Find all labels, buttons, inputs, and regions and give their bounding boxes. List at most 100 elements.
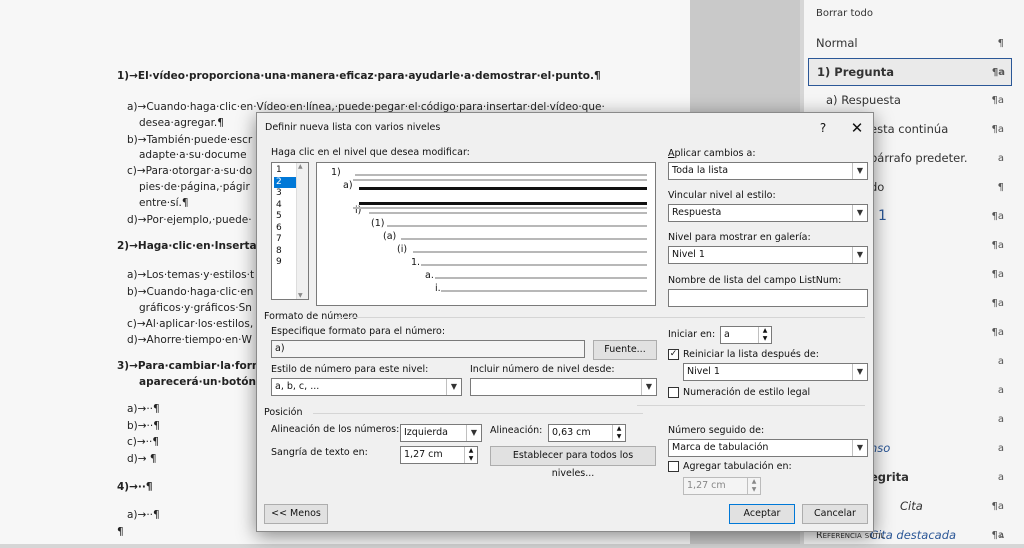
- align-at-label: Alineación:: [490, 425, 543, 436]
- level-item-4[interactable]: 4: [274, 200, 298, 211]
- style-type-icon: ¶a: [991, 239, 1005, 251]
- position-heading: Posición: [264, 407, 303, 418]
- preview-label: a): [343, 180, 353, 191]
- level-item-6[interactable]: 6: [274, 223, 298, 234]
- align-at-spinner[interactable]: 0,63 cm ▲ ▼: [548, 424, 626, 442]
- spinner-arrows-icon[interactable]: ▲ ▼: [464, 447, 477, 463]
- level-item-2[interactable]: 2: [274, 176, 298, 188]
- style-type-icon: ¶: [997, 181, 1004, 193]
- restart-after-select[interactable]: Nivel 1 ▼: [683, 363, 868, 381]
- spinner-arrows-icon[interactable]: ▲ ▼: [758, 327, 771, 343]
- preview-line: [435, 277, 647, 279]
- restart-list-checkbox[interactable]: ✓: [668, 349, 679, 360]
- legal-style-checkbox[interactable]: [668, 387, 679, 398]
- listnum-input[interactable]: [668, 289, 868, 307]
- level-item-8[interactable]: 8: [274, 246, 298, 257]
- multilevel-list-dialog: Definir nueva lista con varios niveles ?…: [256, 112, 874, 532]
- chevron-down-icon: ▼: [852, 364, 867, 380]
- gallery-level-label: Nivel para mostrar en galería:: [668, 232, 811, 243]
- apply-changes-select[interactable]: Toda la lista ▼: [668, 162, 868, 180]
- preview-label: a.: [425, 270, 434, 281]
- style-type-icon: ¶a: [991, 94, 1005, 106]
- chevron-down-icon: ▼: [852, 205, 867, 221]
- number-style-select[interactable]: a, b, c, ... ▼: [271, 378, 462, 396]
- preview-label: 1.: [411, 257, 421, 268]
- include-level-select[interactable]: ▼: [470, 378, 657, 396]
- document-line: a)→Los·temas·y·estilos·t: [127, 269, 255, 281]
- number-format-input[interactable]: a): [271, 340, 585, 358]
- text-indent-spinner[interactable]: 1,27 cm ▲ ▼: [400, 446, 478, 464]
- number-align-select[interactable]: Izquierda ▼: [400, 424, 482, 442]
- preview-label: (i): [397, 244, 408, 255]
- spinner-arrows-icon[interactable]: ▲ ▼: [612, 425, 625, 441]
- document-line: d)→ ¶: [127, 453, 157, 465]
- document-line: 4)→··¶: [117, 481, 153, 493]
- preview-line: [401, 238, 647, 240]
- section-divider: [337, 317, 865, 318]
- restart-list-label: Reiniciar la lista después de:: [683, 349, 819, 360]
- style-name: 1) Pregunta: [817, 65, 895, 79]
- style-item[interactable]: Normal ¶: [808, 30, 1010, 56]
- document-line: ¶: [117, 526, 124, 538]
- level-item-3[interactable]: 3: [274, 188, 298, 199]
- ok-button[interactable]: Aceptar: [729, 504, 795, 524]
- font-button[interactable]: Fuente...: [593, 340, 657, 360]
- style-type-icon: ¶a: [991, 123, 1005, 135]
- number-align-label: Alineación de los números:: [271, 424, 400, 435]
- chevron-down-icon: ▼: [852, 440, 867, 456]
- gallery-level-select[interactable]: Nivel 1 ▼: [668, 246, 868, 264]
- document-line: a)→··¶: [127, 509, 160, 521]
- preview-line: [355, 174, 647, 176]
- level-item-1[interactable]: 1: [274, 165, 298, 176]
- close-button[interactable]: ✕: [845, 118, 869, 138]
- document-line: b)→También·puede·escr: [127, 134, 253, 146]
- close-icon: ✕: [850, 119, 864, 137]
- document-line: b)→Cuando·haga·clic·en: [127, 286, 254, 298]
- help-button[interactable]: ?: [811, 118, 835, 138]
- level-scrollbar[interactable]: ▲ ▼: [296, 163, 308, 299]
- set-all-levels-button[interactable]: Establecer para todos los niveles...: [490, 446, 656, 479]
- style-type-icon: ¶a: [991, 268, 1005, 280]
- document-line: pies·de·página,·págir: [139, 181, 250, 193]
- document-line: adapte·a·su·docume: [139, 149, 247, 161]
- level-listbox[interactable]: 123456789 ▲ ▼: [271, 162, 309, 300]
- include-level-label: Incluir número de nivel desde:: [470, 364, 615, 375]
- legal-style-label: Numeración de estilo legal: [683, 387, 811, 398]
- preview-line: [369, 212, 647, 214]
- followed-by-select[interactable]: Marca de tabulación ▼: [668, 439, 868, 457]
- style-type-icon: ¶: [997, 37, 1004, 49]
- preview-line: [441, 290, 647, 292]
- document-line: c)→··¶: [127, 436, 160, 448]
- chevron-down-icon: ▼: [641, 379, 656, 395]
- level-item-9[interactable]: 9: [274, 257, 298, 268]
- document-line: c)→Al·aplicar·los·estilos,: [127, 318, 254, 330]
- document-line: a)→··¶: [127, 403, 160, 415]
- dialog-title: Definir nueva lista con varios niveles: [265, 122, 441, 133]
- cancel-button[interactable]: Cancelar: [802, 504, 868, 524]
- scroll-up-icon[interactable]: ▲: [298, 163, 303, 170]
- spinner-arrows-icon[interactable]: ▲ ▼: [747, 478, 760, 494]
- number-style-label: Estilo de número para este nivel:: [271, 364, 429, 375]
- scroll-down-icon[interactable]: ▼: [298, 292, 303, 299]
- style-type-icon: ¶a: [991, 326, 1005, 338]
- document-line: d)→Ahorre·tiempo·en·W: [127, 334, 252, 346]
- document-line: desea·agregar.¶: [139, 117, 224, 129]
- link-style-select[interactable]: Respuesta ▼: [668, 204, 868, 222]
- clear-all-button[interactable]: Borrar todo: [816, 8, 873, 19]
- document-line: gráficos·y·gráficos·Sn: [139, 302, 252, 314]
- link-style-label: Vincular nivel al estilo:: [668, 190, 776, 201]
- style-item[interactable]: a) Respuesta ¶a: [808, 87, 1010, 113]
- add-tab-checkbox[interactable]: [668, 461, 679, 472]
- document-line: d)→Por·ejemplo,·puede·: [127, 214, 252, 226]
- preview-line: [353, 207, 647, 209]
- less-button[interactable]: << Menos: [264, 504, 328, 524]
- style-item[interactable]: 1) Pregunta ¶a: [808, 58, 1012, 86]
- level-item-5[interactable]: 5: [274, 211, 298, 222]
- style-type-icon: a: [997, 355, 1004, 367]
- style-type-icon: a: [997, 471, 1004, 483]
- add-tab-spinner[interactable]: 1,27 cm ▲ ▼: [683, 477, 761, 495]
- start-at-spinner[interactable]: a ▲ ▼: [720, 326, 772, 344]
- level-item-7[interactable]: 7: [274, 234, 298, 245]
- document-line: c)→Para·otorgar·a·su·do: [127, 165, 253, 177]
- add-tab-label: Agregar tabulación en:: [683, 461, 792, 472]
